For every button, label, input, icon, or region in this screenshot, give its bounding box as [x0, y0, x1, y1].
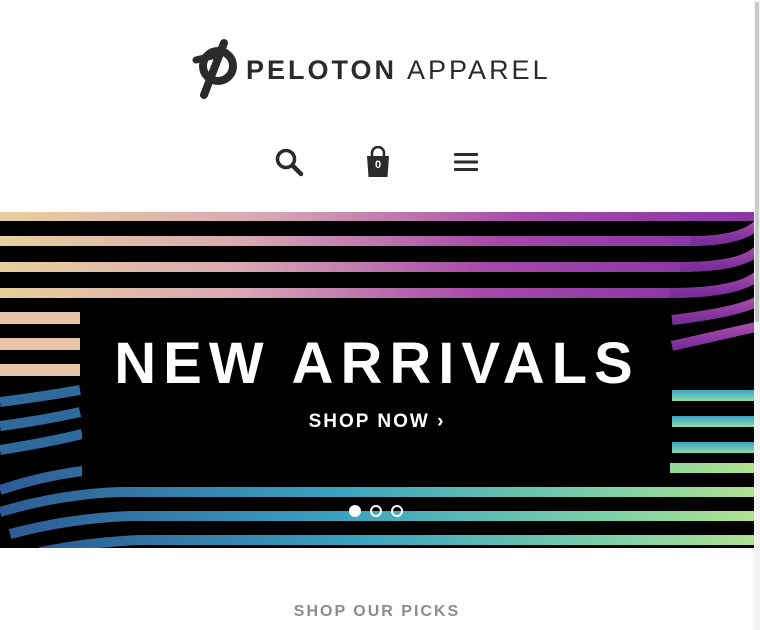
search-button[interactable]: [269, 142, 309, 182]
hero-title: NEW ARRIVALS: [114, 331, 640, 396]
shop-now-link[interactable]: SHOP NOW ›: [0, 411, 754, 433]
search-icon: [275, 148, 304, 177]
header-icon-row: 0: [0, 142, 754, 182]
brand-name-bold: PELOTON: [246, 54, 398, 85]
carousel-dot-2[interactable]: [370, 505, 382, 517]
bag-item-count: 0: [374, 159, 382, 171]
carousel-dots: [349, 505, 403, 517]
shop-our-picks-heading: SHOP OUR PICKS: [293, 603, 461, 620]
carousel-dot-3[interactable]: [391, 505, 403, 517]
scrollbar[interactable]: [754, 0, 760, 630]
brand-name: PELOTON APPAREL: [246, 55, 551, 86]
peloton-logo-icon: [192, 39, 237, 99]
brand-logo-link[interactable]: PELOTON APPAREL: [190, 38, 551, 102]
carousel-dot-1[interactable]: [349, 505, 361, 517]
shopping-bag-button[interactable]: 0: [358, 142, 398, 182]
scrollbar-thumb[interactable]: [755, 2, 759, 322]
brand-name-light: APPAREL: [407, 54, 551, 85]
hamburger-menu-icon: [454, 153, 478, 171]
menu-button[interactable]: [446, 142, 486, 182]
